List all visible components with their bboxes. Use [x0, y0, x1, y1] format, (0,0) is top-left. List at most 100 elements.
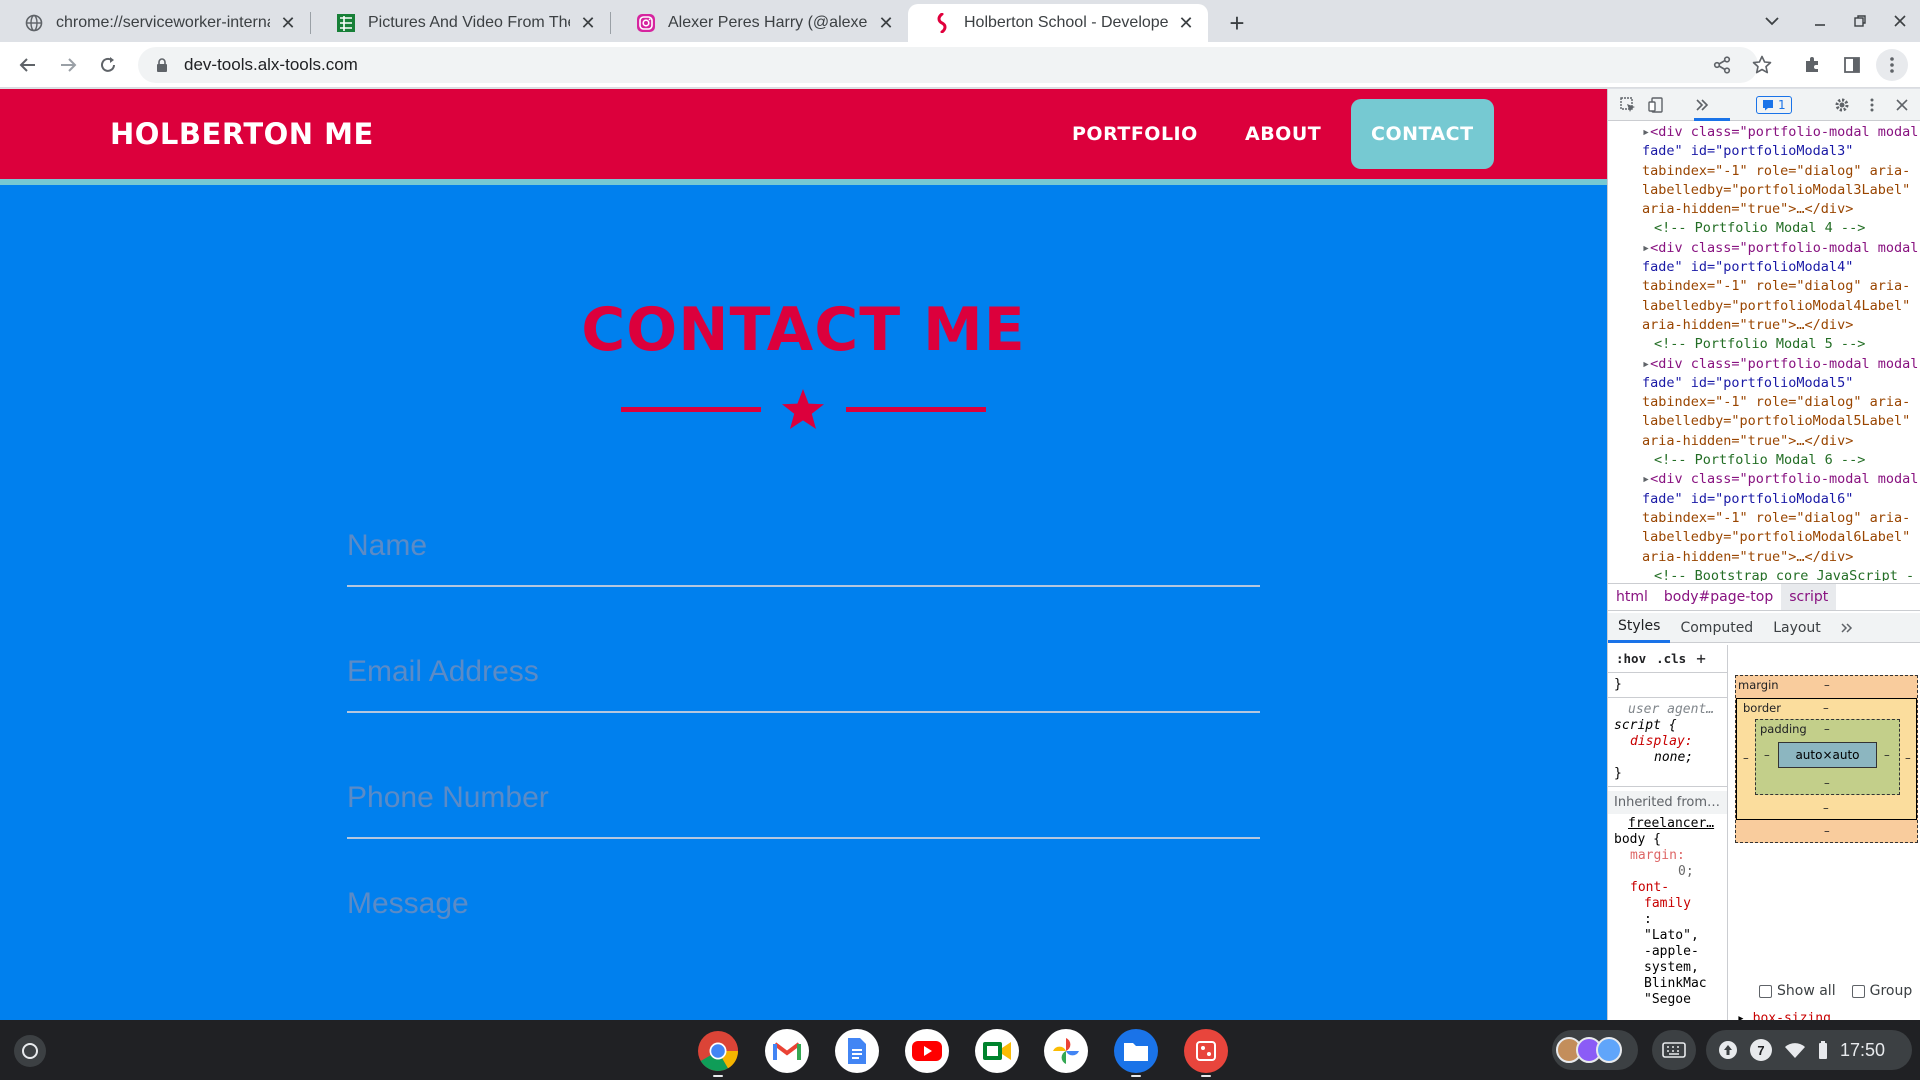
- lock-icon[interactable]: [154, 57, 170, 73]
- tab-pictures[interactable]: Pictures And Video From The Iba ✕: [312, 4, 610, 42]
- tab-close-icon[interactable]: ✕: [876, 13, 896, 33]
- bookmark-star-icon[interactable]: [1746, 49, 1778, 81]
- tab-styles[interactable]: Styles: [1608, 613, 1671, 643]
- inspect-element-icon[interactable]: [1616, 93, 1640, 117]
- font-family-prop-2[interactable]: family: [1608, 896, 1727, 912]
- tab-instagram[interactable]: Alexer Peres Harry (@alexer_har ✕: [612, 4, 908, 42]
- computed-properties: ▸ box-sizing border-box ▾ color rgb(0, 1…: [1737, 1011, 1894, 1020]
- group-checkbox[interactable]: Group: [1851, 983, 1912, 999]
- box-model-pane: margin – – border – – – – padding – – – …: [1729, 645, 1920, 1020]
- tab-close-icon[interactable]: ✕: [578, 13, 598, 33]
- dom-comment[interactable]: <!-- Portfolio Modal 4 -->: [1608, 219, 1920, 238]
- app-icon[interactable]: [1184, 1029, 1228, 1073]
- cls-toggle[interactable]: .cls: [1656, 651, 1686, 666]
- keyboard-tray[interactable]: [1652, 1030, 1696, 1070]
- dom-tree[interactable]: ▸<div class="portfolio-modal modal fade"…: [1608, 123, 1920, 581]
- tab-computed[interactable]: Computed: [1670, 613, 1763, 643]
- close-window-icon[interactable]: [1882, 6, 1918, 36]
- devtools-menu-icon[interactable]: [1860, 93, 1884, 117]
- launcher-button[interactable]: [14, 1035, 46, 1067]
- dom-node[interactable]: ▸<div class="portfolio-modal modal: [1608, 123, 1920, 142]
- name-input[interactable]: [347, 507, 1260, 585]
- breadcrumb-script[interactable]: script: [1781, 584, 1837, 610]
- margin-prop[interactable]: margin:: [1608, 848, 1727, 864]
- expand-triangle-icon[interactable]: ▸: [1642, 124, 1650, 140]
- more-tabs-icon[interactable]: [1690, 93, 1714, 117]
- font-family-value[interactable]: "Segoe: [1608, 992, 1727, 1008]
- reload-icon[interactable]: [92, 49, 124, 81]
- nav-contact[interactable]: CONTACT: [1351, 99, 1494, 169]
- display-value[interactable]: none;: [1608, 750, 1727, 766]
- box-model-content[interactable]: auto×auto: [1778, 742, 1877, 768]
- back-icon[interactable]: [12, 49, 44, 81]
- extensions-icon[interactable]: [1796, 49, 1828, 81]
- dom-node[interactable]: ▸<div class="portfolio-modal modal: [1608, 355, 1920, 374]
- phone-input[interactable]: [347, 759, 1260, 837]
- dom-node-cont: aria-hidden="true">…</div>: [1642, 548, 1854, 565]
- computed-row[interactable]: ▸ box-sizing: [1737, 1011, 1894, 1020]
- font-family-value[interactable]: -apple-: [1608, 944, 1727, 960]
- dom-node[interactable]: ▸<div class="portfolio-modal modal: [1608, 239, 1920, 258]
- tab-close-icon[interactable]: ✕: [1176, 13, 1196, 33]
- margin-value[interactable]: 0;: [1608, 864, 1727, 880]
- status-tray[interactable]: 7 17:50: [1706, 1030, 1912, 1070]
- share-icon[interactable]: [1706, 49, 1738, 81]
- font-family-value[interactable]: BlinkMac: [1608, 976, 1727, 992]
- font-family-prop[interactable]: font-: [1608, 880, 1727, 896]
- tab-serviceworker[interactable]: chrome://serviceworker-internals ✕: [0, 4, 310, 42]
- restore-icon[interactable]: [1842, 6, 1878, 36]
- dom-comment[interactable]: <!-- Bootstrap core JavaScript -: [1608, 567, 1920, 581]
- issues-count: 1: [1778, 98, 1786, 112]
- font-family-value[interactable]: system,: [1608, 960, 1727, 976]
- nav-about[interactable]: ABOUT: [1245, 89, 1321, 179]
- minimize-icon[interactable]: [1802, 6, 1838, 36]
- message-input[interactable]: [347, 887, 1260, 1007]
- style-source-link[interactable]: freelancer…: [1608, 816, 1727, 832]
- avatar-tray[interactable]: [1552, 1030, 1638, 1070]
- breadcrumb-html[interactable]: html: [1608, 584, 1656, 610]
- meet-icon[interactable]: [975, 1029, 1019, 1073]
- dom-comment[interactable]: <!-- Portfolio Modal 6 -->: [1608, 451, 1920, 470]
- forward-icon[interactable]: [52, 49, 84, 81]
- settings-gear-icon[interactable]: [1830, 93, 1854, 117]
- tab-layout[interactable]: Layout: [1763, 613, 1831, 643]
- tab-search-icon[interactable]: [1754, 6, 1790, 36]
- tab-holberton[interactable]: Holberton School - Developer to ✕: [908, 4, 1208, 42]
- dom-comment[interactable]: <!-- Portfolio Modal 5 -->: [1608, 335, 1920, 354]
- tab-close-icon[interactable]: ✕: [278, 13, 298, 33]
- body-rule[interactable]: body {: [1608, 832, 1727, 848]
- gmail-icon[interactable]: [765, 1029, 809, 1073]
- issues-badge[interactable]: 1: [1756, 96, 1792, 114]
- chrome-icon[interactable]: [696, 1029, 740, 1073]
- expand-triangle-icon[interactable]: ▸: [1737, 1011, 1753, 1020]
- files-icon[interactable]: [1114, 1029, 1158, 1073]
- new-tab-button[interactable]: +: [1222, 8, 1252, 38]
- photos-icon[interactable]: [1044, 1029, 1088, 1073]
- breadcrumb-body[interactable]: body#page-top: [1656, 584, 1781, 610]
- dom-node-cont: fade" id="portfolioModal6": [1642, 490, 1854, 507]
- site-brand[interactable]: HOLBERTON ME: [110, 117, 374, 151]
- dom-node[interactable]: ▸<div class="portfolio-modal modal: [1608, 470, 1920, 489]
- expand-triangle-icon[interactable]: ▸: [1642, 356, 1650, 372]
- script-rule[interactable]: script {: [1608, 718, 1727, 734]
- email-input[interactable]: [347, 633, 1260, 711]
- address-bar[interactable]: dev-tools.alx-tools.com: [138, 47, 1758, 83]
- expand-triangle-icon[interactable]: ▸: [1642, 240, 1650, 256]
- docs-icon[interactable]: [835, 1029, 879, 1073]
- font-family-value[interactable]: "Lato",: [1608, 928, 1727, 944]
- youtube-icon[interactable]: [905, 1029, 949, 1073]
- chrome-menu-icon[interactable]: [1876, 49, 1908, 81]
- devtools-close-icon[interactable]: [1890, 93, 1914, 117]
- display-prop[interactable]: display:: [1608, 734, 1727, 750]
- add-rule-button[interactable]: +: [1696, 649, 1706, 668]
- side-panel-icon[interactable]: [1836, 49, 1868, 81]
- show-all-checkbox[interactable]: Show all: [1759, 983, 1836, 999]
- dom-node-cont: labelledby="portfolioModal5Label": [1642, 413, 1911, 430]
- checkbox-icon: [1759, 984, 1772, 998]
- nav-portfolio[interactable]: PORTFOLIO: [1072, 89, 1198, 179]
- hov-toggle[interactable]: :hov: [1616, 651, 1646, 666]
- expand-triangle-icon[interactable]: ▸: [1642, 471, 1650, 487]
- device-toolbar-icon[interactable]: [1644, 93, 1668, 117]
- margin-label: margin: [1738, 678, 1779, 692]
- more-subtabs-icon[interactable]: [1831, 613, 1863, 643]
